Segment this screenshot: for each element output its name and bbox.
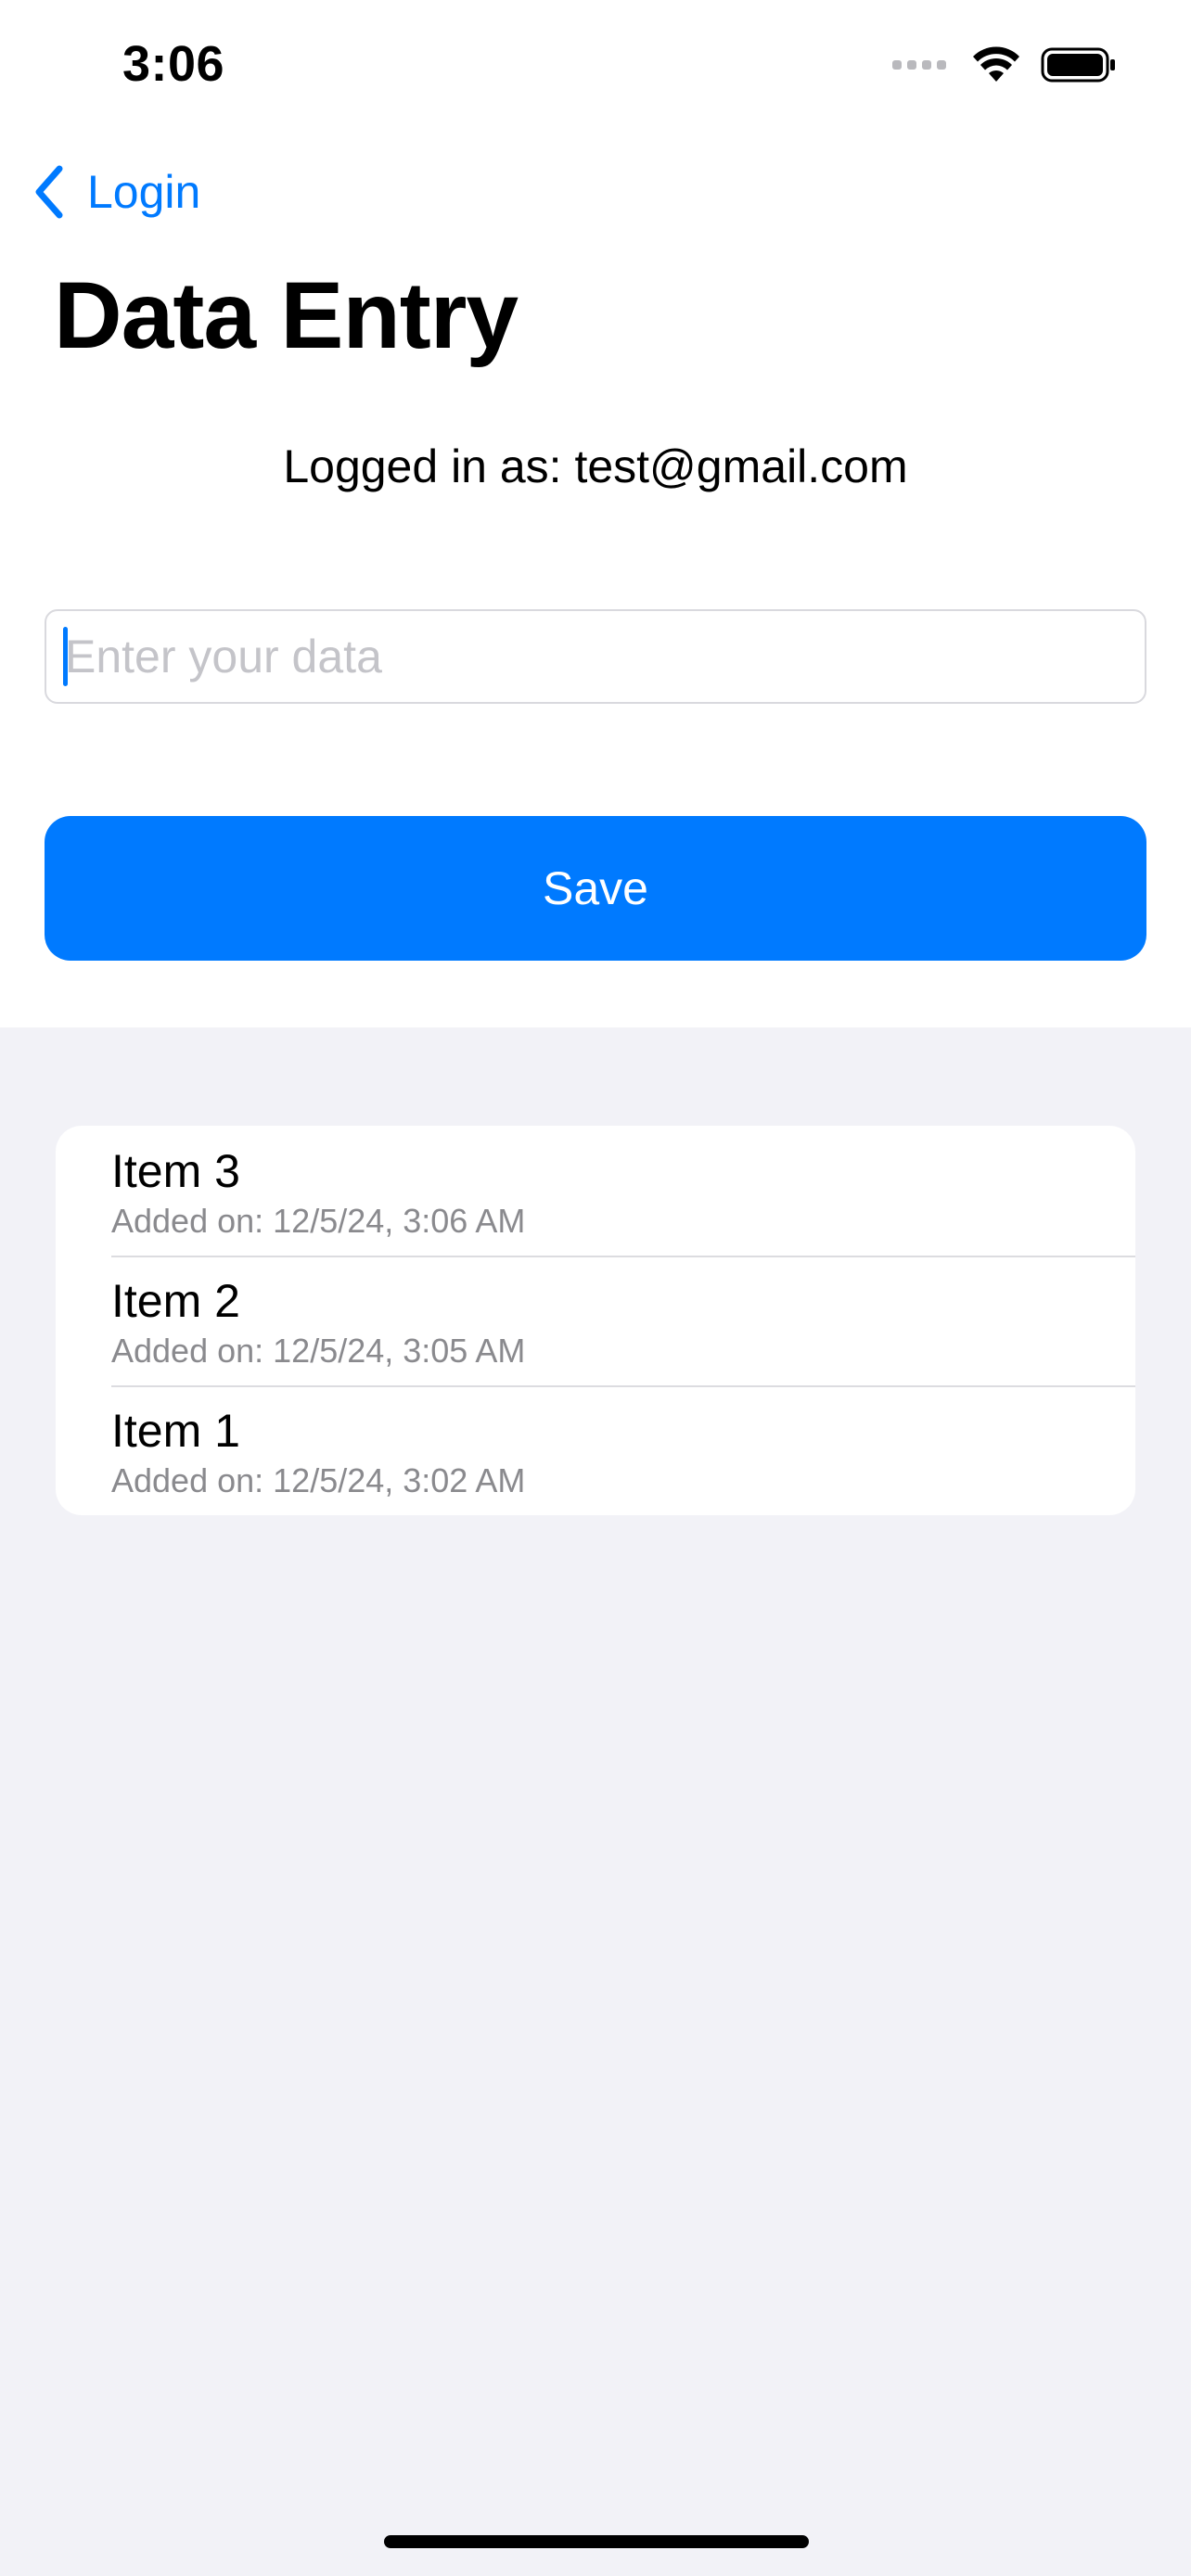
item-date: Added on: 12/5/24, 3:02 AM	[111, 1461, 526, 1499]
page-title: Data Entry	[54, 262, 519, 368]
item-date: Added on: 12/5/24, 3:05 AM	[111, 1332, 526, 1370]
cellular-signal-icon	[892, 60, 946, 70]
logged-in-label: Logged in as: test@gmail.com	[283, 440, 908, 492]
header-area: 3:06 Login Data Entry Logged in as: test…	[0, 0, 1191, 1027]
wifi-icon	[973, 46, 1019, 82]
data-input[interactable]	[45, 609, 1146, 704]
chevron-left-icon	[35, 165, 63, 219]
back-button-label: Login	[87, 166, 201, 218]
battery-icon	[1041, 46, 1117, 83]
back-button[interactable]: Login	[33, 159, 200, 224]
status-icons	[892, 43, 1117, 87]
text-cursor	[63, 627, 68, 686]
item-title: Item 2	[111, 1275, 240, 1327]
list-item[interactable]: Item 1 Added on: 12/5/24, 3:02 AM	[56, 1385, 1135, 1515]
list-item[interactable]: Item 2 Added on: 12/5/24, 3:05 AM	[56, 1256, 1135, 1385]
items-list: Item 3 Added on: 12/5/24, 3:06 AM Item 2…	[56, 1126, 1135, 1515]
home-indicator[interactable]	[384, 2535, 809, 2548]
item-title: Item 1	[111, 1405, 240, 1457]
list-item[interactable]: Item 3 Added on: 12/5/24, 3:06 AM	[56, 1126, 1135, 1256]
save-button[interactable]: Save	[45, 816, 1146, 961]
status-time: 3:06	[122, 36, 225, 92]
item-date: Added on: 12/5/24, 3:06 AM	[111, 1202, 526, 1240]
item-title: Item 3	[111, 1145, 240, 1197]
